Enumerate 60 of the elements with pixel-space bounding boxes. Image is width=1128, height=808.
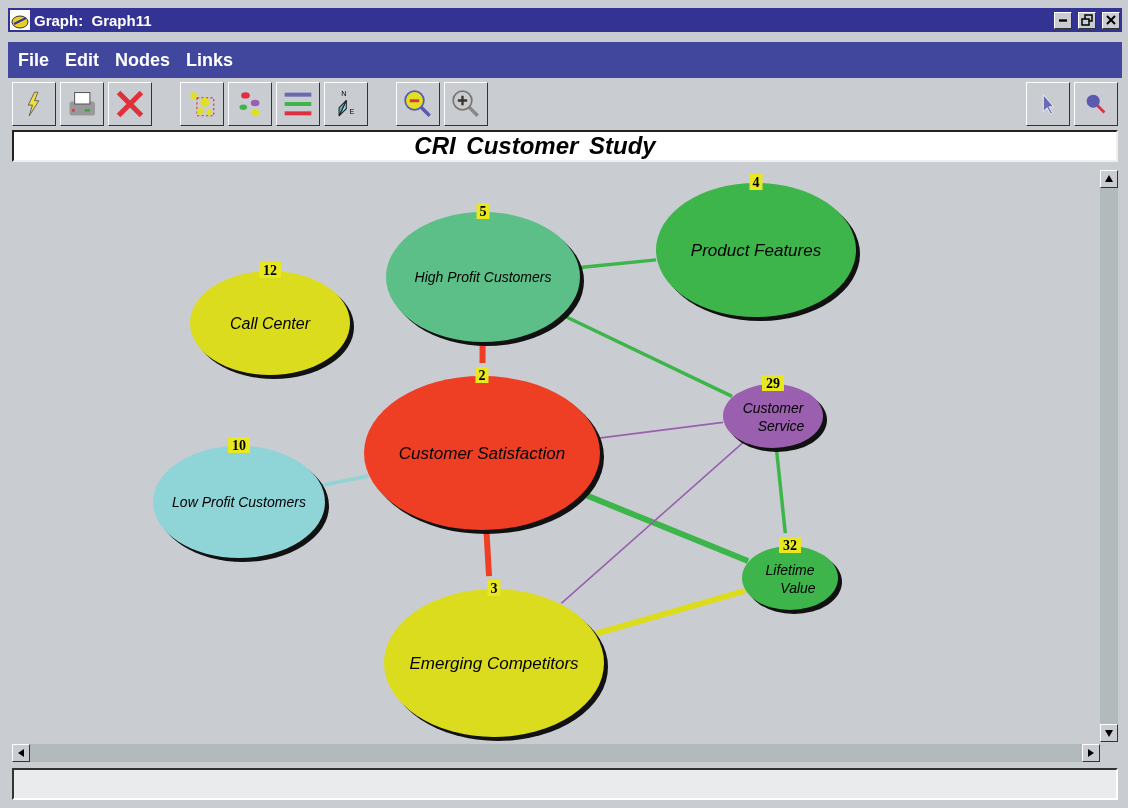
menu-item[interactable]: Edit (65, 49, 99, 71)
node-label: Customer Service (742, 399, 805, 434)
node-label: Call Center (230, 314, 310, 332)
node-label: Low Profit Customers (172, 493, 306, 510)
scroll-up-button[interactable] (1100, 170, 1118, 188)
lines-icon (282, 90, 314, 118)
menu-item[interactable]: Links (186, 49, 234, 71)
pointer-button[interactable] (1026, 82, 1070, 126)
zoom-out-button[interactable] (396, 82, 440, 126)
select-nodes-button[interactable] (180, 82, 224, 126)
node-badge: 10 (228, 437, 250, 453)
lightning-button[interactable] (12, 82, 56, 126)
select-nodes-icon (188, 90, 216, 118)
minimize-icon (1059, 18, 1067, 22)
close-button[interactable] (1102, 11, 1120, 29)
lightning-icon (26, 90, 42, 118)
node-badge: 2 (475, 367, 489, 383)
zoom-in-button[interactable] (444, 82, 488, 126)
node-badge: 32 (779, 537, 801, 553)
restore-button[interactable] (1078, 11, 1096, 29)
zoom-in-icon (452, 90, 480, 118)
node-badge: 29 (762, 375, 784, 391)
delete-button[interactable] (108, 82, 152, 126)
search-button[interactable] (1074, 82, 1118, 126)
node-badge: 5 (476, 203, 490, 219)
window-title: Graph: Graph11 (34, 11, 153, 29)
scroll-right-button[interactable] (1082, 744, 1100, 762)
scroll-down-button[interactable] (1100, 724, 1118, 742)
arrow-up-icon (1104, 174, 1114, 184)
printer-button[interactable] (60, 82, 104, 126)
menu-item[interactable]: File (18, 49, 49, 71)
node-label: Product Features (690, 240, 822, 260)
arrow-left-icon (16, 748, 26, 758)
arrow-right-icon (1086, 748, 1096, 758)
close-icon (1106, 15, 1116, 25)
graph-title-field[interactable]: CRI Customer Study (12, 130, 1118, 162)
nodes-button[interactable] (228, 82, 272, 126)
arrow-down-icon (1104, 728, 1114, 738)
compass-label: N (340, 90, 347, 99)
compass-label: E (349, 106, 354, 116)
node-badge: 12 (259, 262, 281, 278)
horizontal-scrollbar[interactable] (12, 744, 1100, 762)
compass-button[interactable]: N E (324, 82, 368, 126)
node-label: High Profit Customers (414, 268, 552, 285)
menu-item[interactable]: Nodes (115, 49, 171, 71)
vertical-scrollbar[interactable] (1100, 170, 1118, 742)
minimize-button[interactable] (1054, 11, 1072, 29)
node-label: Lifetime Value (765, 561, 816, 596)
app-icon (10, 10, 30, 30)
graph-canvas[interactable]: High Profit Customers 5 Product Features 4 Call Center 12 Customer Satisfaction 2 Customer Service 29 Low Profit Customers 10 Lifetime Value 32 Emerging Competitors 3 (8, 164, 1100, 742)
restore-icon (1081, 14, 1093, 26)
node-label: Customer Satisfaction (398, 443, 566, 463)
node-badge: 3 (487, 580, 501, 596)
node-badge: 4 (749, 174, 763, 190)
node-label: Emerging Competitors (409, 653, 579, 673)
zoom-out-icon (404, 90, 432, 118)
delete-icon (116, 90, 144, 118)
lines-button[interactable] (276, 82, 320, 126)
nodes-icon (238, 90, 262, 118)
scroll-left-button[interactable] (12, 744, 30, 762)
